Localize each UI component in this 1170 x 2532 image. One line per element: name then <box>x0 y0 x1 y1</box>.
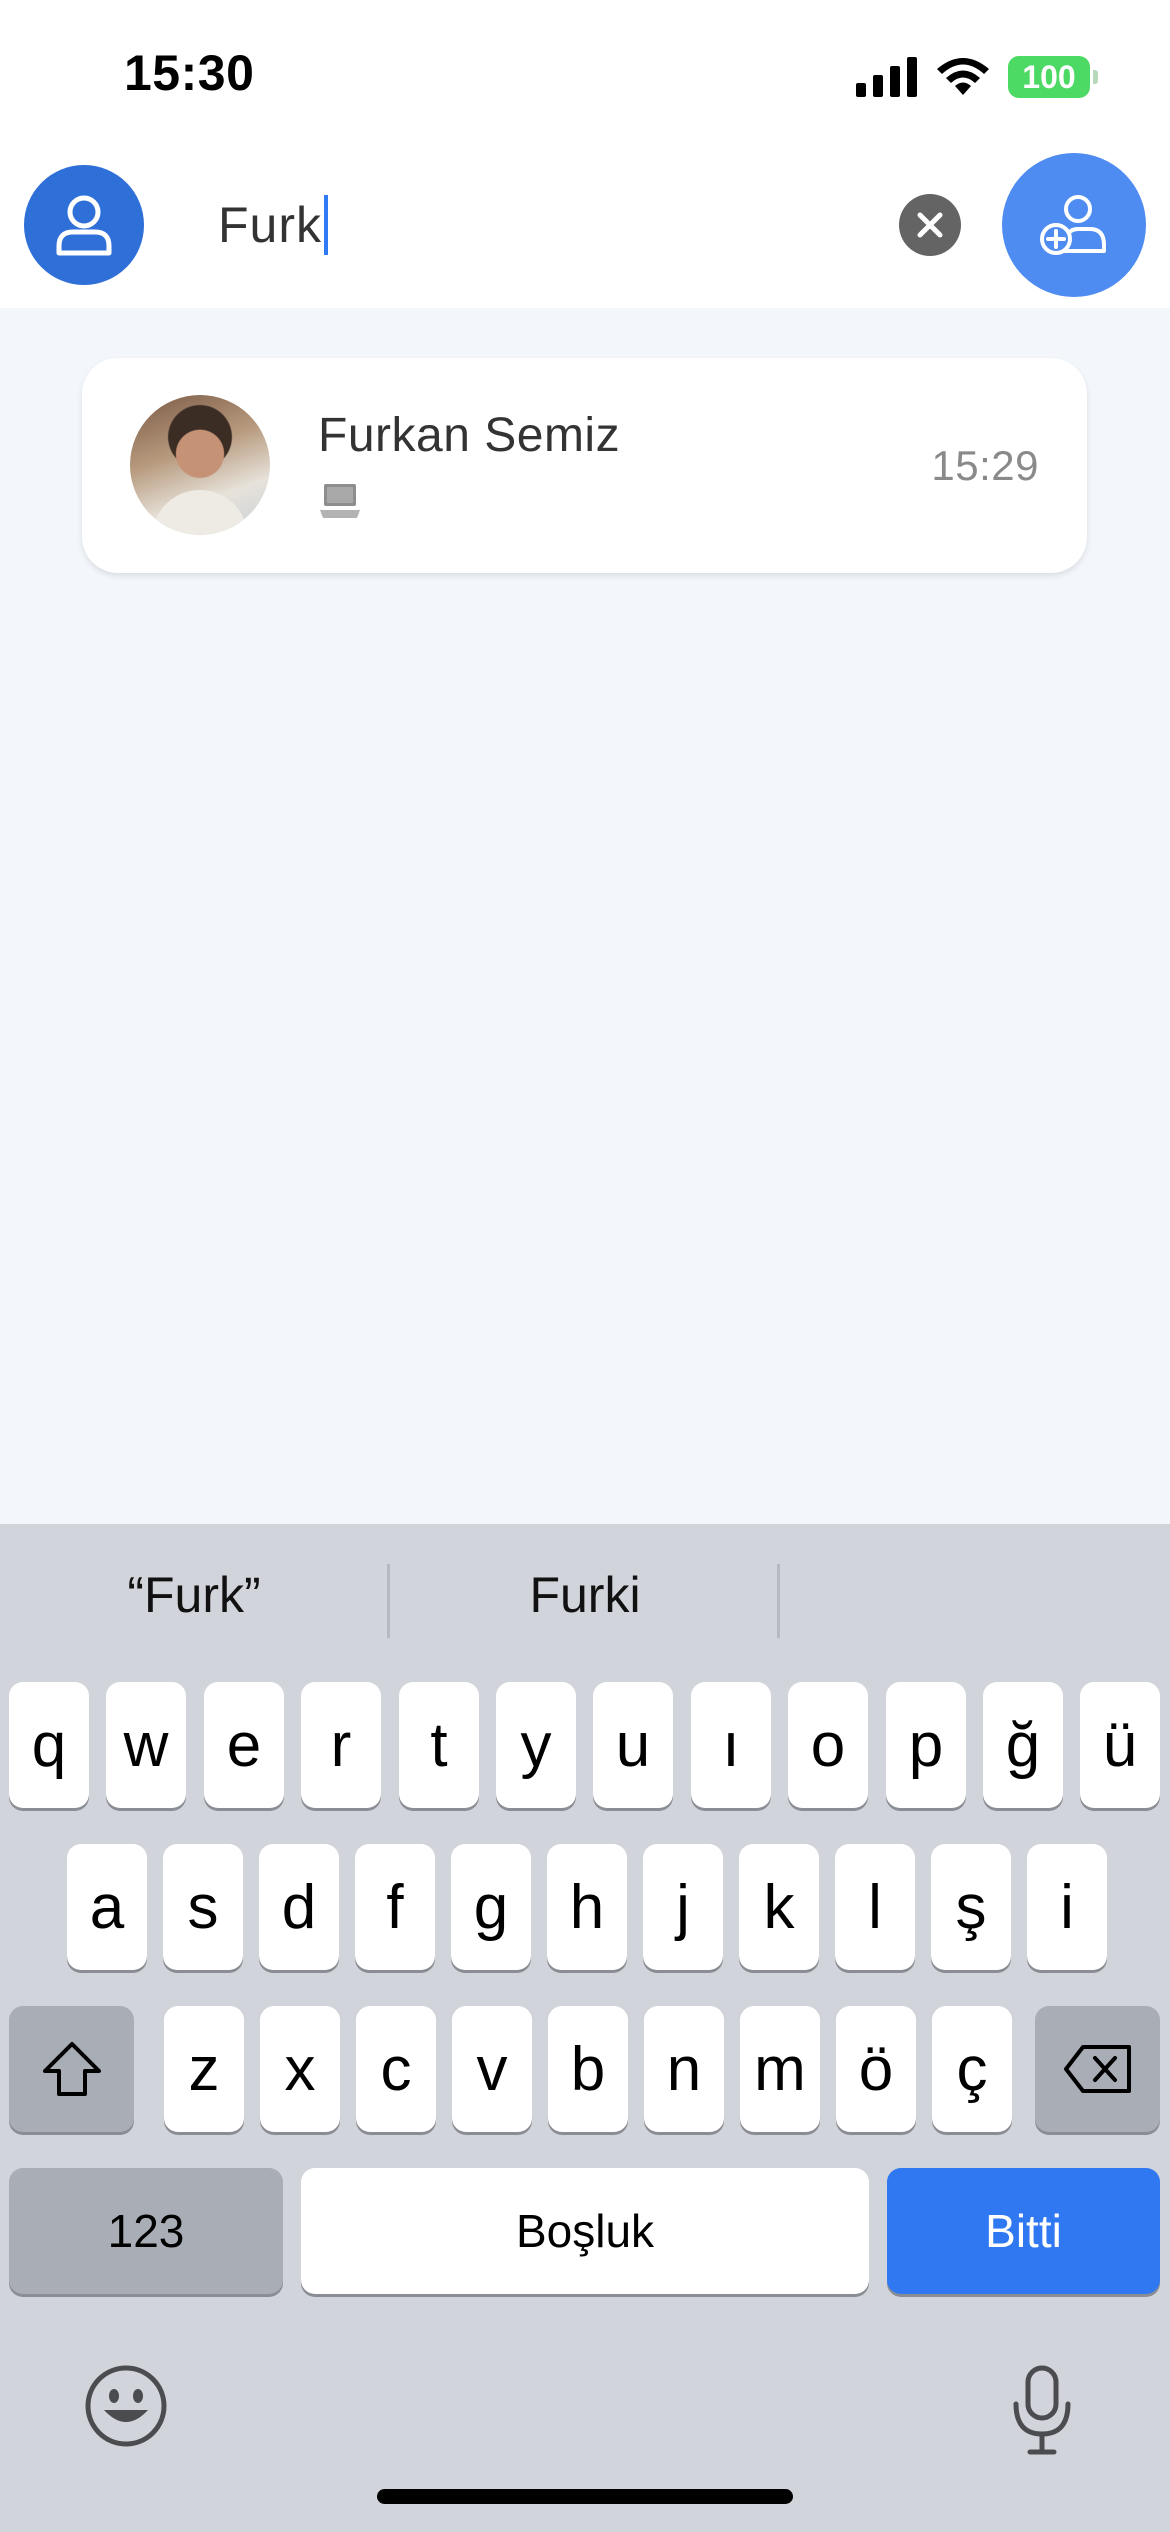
letter-key[interactable]: v <box>452 2006 532 2132</box>
suggestion-item[interactable]: Furki <box>391 1566 779 1624</box>
search-input[interactable]: Furk <box>218 190 858 260</box>
numbers-key[interactable]: 123 <box>9 2168 283 2294</box>
text-caret <box>324 195 328 255</box>
contact-name: Furkan Semiz <box>318 409 621 462</box>
letter-key[interactable]: n <box>644 2006 724 2132</box>
laptop-icon <box>320 484 360 518</box>
letter-key[interactable]: g <box>451 1844 531 1970</box>
letter-key[interactable]: r <box>301 1682 381 1808</box>
letter-key[interactable]: ı <box>691 1682 771 1808</box>
suggestion-divider <box>387 1564 390 1638</box>
letter-key[interactable]: y <box>496 1682 576 1808</box>
backspace-icon <box>1063 2045 1131 2093</box>
letter-key[interactable]: e <box>204 1682 284 1808</box>
letter-key[interactable]: p <box>886 1682 966 1808</box>
backspace-key[interactable] <box>1035 2006 1160 2132</box>
letter-key[interactable]: w <box>106 1682 186 1808</box>
letter-key[interactable]: t <box>399 1682 479 1808</box>
done-key[interactable]: Bitti <box>887 2168 1160 2294</box>
message-time: 15:29 <box>931 442 1039 489</box>
profile-button[interactable] <box>24 165 144 285</box>
clear-search-button[interactable] <box>899 194 961 256</box>
microphone-icon[interactable] <box>1010 2364 1074 2456</box>
suggestion-bar: “Furk” Furki <box>0 1524 1170 1674</box>
shift-key[interactable] <box>9 2006 134 2132</box>
battery-indicator: 100 <box>1008 56 1098 98</box>
suggestion-item[interactable]: “Furk” <box>0 1566 388 1624</box>
letter-key[interactable]: ü <box>1080 1682 1160 1808</box>
wifi-icon <box>937 58 989 95</box>
add-user-icon <box>1040 195 1106 255</box>
add-contact-button[interactable] <box>1002 153 1146 297</box>
screen: 15:30 100 Furk Furkan Semiz 15:29 “Furk”… <box>0 0 1170 2532</box>
status-bar: 15:30 100 <box>0 0 1170 150</box>
avatar <box>130 395 270 535</box>
suggestion-divider <box>777 1564 780 1638</box>
letter-key[interactable]: j <box>643 1844 723 1970</box>
letter-key[interactable]: x <box>260 2006 340 2132</box>
letter-key[interactable]: u <box>593 1682 673 1808</box>
status-time: 15:30 <box>124 45 255 101</box>
letter-key[interactable]: ğ <box>983 1682 1063 1808</box>
contact-result-card[interactable]: Furkan Semiz 15:29 <box>82 358 1087 573</box>
letter-key[interactable]: a <box>67 1844 147 1970</box>
cellular-signal-icon <box>856 57 917 97</box>
letter-key[interactable]: l <box>835 1844 915 1970</box>
letter-key[interactable]: o <box>788 1682 868 1808</box>
shift-icon <box>42 2042 101 2096</box>
letter-key[interactable]: d <box>259 1844 339 1970</box>
search-query-text: Furk <box>218 197 322 253</box>
space-key[interactable]: Boşluk <box>301 2168 869 2294</box>
search-header: Furk <box>0 150 1170 308</box>
person-icon <box>56 195 112 256</box>
letter-key[interactable]: q <box>9 1682 89 1808</box>
letter-key[interactable]: z <box>164 2006 244 2132</box>
letter-key[interactable]: s <box>163 1844 243 1970</box>
letter-key[interactable]: m <box>740 2006 820 2132</box>
letter-key[interactable]: k <box>739 1844 819 1970</box>
letter-key[interactable]: ç <box>932 2006 1012 2132</box>
letter-key[interactable]: ö <box>836 2006 916 2132</box>
letter-key[interactable]: b <box>548 2006 628 2132</box>
home-indicator <box>377 2489 793 2504</box>
letter-key[interactable]: c <box>356 2006 436 2132</box>
close-icon <box>917 212 943 238</box>
emoji-icon[interactable] <box>84 2364 168 2448</box>
status-icons: 100 <box>856 56 1098 98</box>
letter-key[interactable]: f <box>355 1844 435 1970</box>
letter-key[interactable]: i <box>1027 1844 1107 1970</box>
letter-key[interactable]: ş <box>931 1844 1011 1970</box>
letter-key[interactable]: h <box>547 1844 627 1970</box>
